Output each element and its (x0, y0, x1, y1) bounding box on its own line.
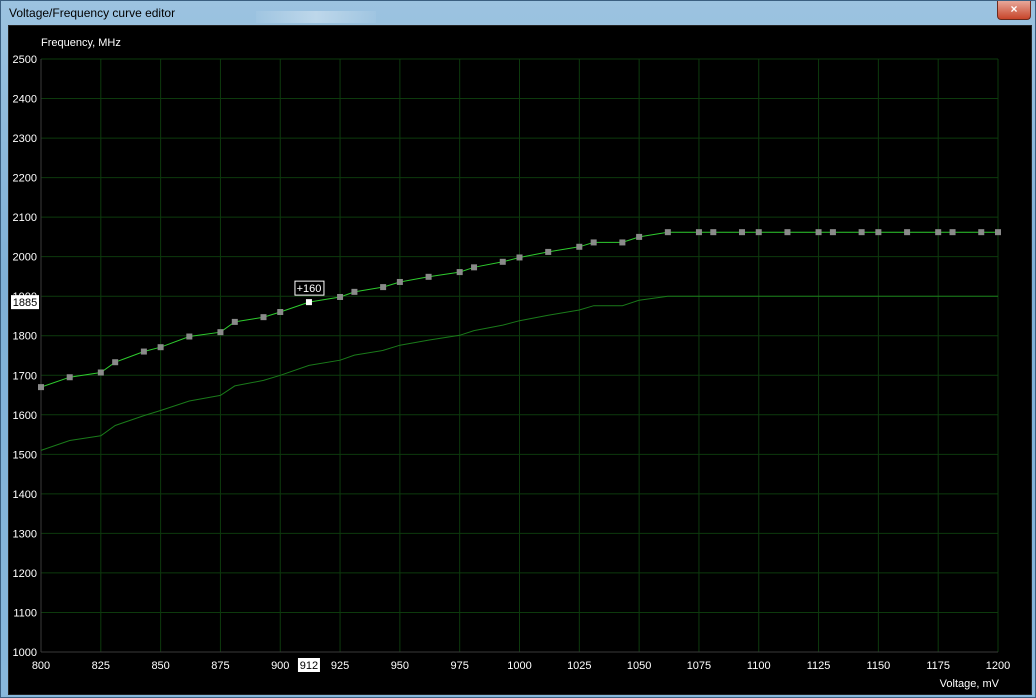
title-bar[interactable]: Voltage/Frequency curve editor × (1, 1, 1035, 25)
x-tick-label: 1150 (867, 660, 891, 672)
y-tick-label: 1700 (13, 370, 37, 382)
x-tick-label: 1000 (507, 660, 531, 672)
curve-point-marker[interactable] (710, 229, 717, 236)
chart-area[interactable]: 800 825 850 875 900 925 950 975 1000 1025 1050 1075… (8, 25, 1032, 695)
x-tick-label: 850 (151, 660, 169, 672)
grid (40, 58, 999, 653)
curve-point-marker[interactable] (425, 273, 432, 280)
curve-point-marker[interactable] (66, 374, 73, 381)
curve-point-marker[interactable] (755, 229, 762, 236)
curve-point-marker[interactable] (277, 309, 284, 316)
y-readout-value: 1885 (13, 297, 37, 309)
y-tick-label: 1400 (13, 489, 37, 501)
curve-point-marker[interactable] (829, 229, 836, 236)
y-tick-label: 2500 (13, 54, 37, 66)
tick-labels: 800 825 850 875 900 925 950 975 1000 1025 1050 1075… (13, 54, 1011, 672)
curve-point-marker[interactable] (904, 229, 911, 236)
curve-point-marker[interactable] (231, 318, 238, 325)
x-tick-label: 1175 (926, 660, 950, 672)
vf-curve-chart[interactable]: 800 825 850 875 900 925 950 975 1000 1025 1050 1075… (9, 26, 1031, 694)
x-tick-label: 825 (92, 660, 110, 672)
y-tick-label: 1100 (13, 607, 37, 619)
window-title: Voltage/Frequency curve editor (9, 6, 176, 20)
curve-point-marker[interactable] (499, 258, 506, 265)
curve-point-marker[interactable] (380, 284, 387, 291)
curve-point-marker[interactable] (97, 369, 104, 376)
y-tick-label: 2100 (13, 212, 37, 224)
y-tick-label: 2000 (13, 252, 37, 264)
curve-point-marker[interactable] (337, 293, 344, 300)
x-axis-label: Voltage, mV (940, 678, 1000, 690)
y-tick-label: 1800 (13, 331, 37, 343)
curve-point-marker[interactable] (471, 264, 478, 271)
selection-overlay: +160 1885 912 (11, 280, 325, 672)
curve-point-marker[interactable] (140, 348, 147, 355)
curve-point-marker[interactable] (815, 229, 822, 236)
x-tick-label: 1075 (687, 660, 711, 672)
curve-point-marker[interactable] (590, 239, 597, 246)
curve-point-marker[interactable] (875, 229, 882, 236)
y-axis-label: Frequency, MHz (41, 37, 121, 49)
title-bar-glow (256, 11, 376, 23)
offset-tooltip-text: +160 (297, 283, 322, 295)
curve-point-marker[interactable] (636, 233, 643, 240)
curve-point-marker[interactable] (619, 239, 626, 246)
curve-point-marker[interactable] (978, 229, 985, 236)
x-tick-label: 875 (211, 660, 229, 672)
x-tick-label: 1050 (627, 660, 651, 672)
y-tick-label: 2200 (13, 173, 37, 185)
x-tick-label: 975 (451, 660, 469, 672)
close-button[interactable]: × (997, 1, 1031, 20)
y-tick-label: 2300 (13, 133, 37, 145)
curve-point-marker[interactable] (995, 229, 1001, 236)
curve-point-marker[interactable] (157, 344, 164, 351)
curve-point-marker[interactable] (695, 229, 702, 236)
x-tick-label: 1200 (986, 660, 1010, 672)
vf-curve-editor-window: Voltage/Frequency curve editor × 800 825 8… (0, 0, 1036, 698)
y-tick-label: 1000 (13, 647, 37, 659)
x-tick-label: 800 (32, 660, 50, 672)
curve-point-marker[interactable] (858, 229, 865, 236)
curve-point-marker[interactable] (456, 269, 463, 276)
x-tick-label: 1025 (567, 660, 591, 672)
curve-point-marker[interactable] (739, 229, 746, 236)
curve-point-marker[interactable] (217, 329, 224, 336)
curve-point-marker[interactable] (260, 314, 267, 321)
curve-point-marker[interactable] (351, 288, 358, 295)
curve-point-marker[interactable] (664, 229, 671, 236)
x-tick-label: 1100 (747, 660, 771, 672)
x-readout-value: 912 (300, 660, 318, 672)
curve-point-marker[interactable] (949, 229, 956, 236)
curve-point-marker[interactable] (784, 229, 791, 236)
x-tick-label: 925 (331, 660, 349, 672)
curve-point-marker[interactable] (186, 333, 193, 340)
y-tick-label: 1300 (13, 528, 37, 540)
curve-point-marker[interactable] (516, 254, 523, 261)
curve-point-marker[interactable] (545, 248, 552, 255)
y-tick-label: 1200 (13, 568, 37, 580)
x-tick-label: 950 (391, 660, 409, 672)
selected-point-marker[interactable] (305, 299, 312, 306)
curve-point-marker[interactable] (935, 229, 942, 236)
x-tick-label: 1125 (807, 660, 831, 672)
y-tick-label: 1600 (13, 410, 37, 422)
curve-point-marker[interactable] (112, 359, 119, 366)
curve-point-marker[interactable] (396, 278, 403, 285)
curve-point-marker[interactable] (576, 243, 583, 250)
x-tick-label: 900 (271, 660, 289, 672)
curve-point-marker[interactable] (38, 384, 44, 391)
y-tick-label: 2400 (13, 94, 37, 106)
y-tick-label: 1500 (13, 449, 37, 461)
